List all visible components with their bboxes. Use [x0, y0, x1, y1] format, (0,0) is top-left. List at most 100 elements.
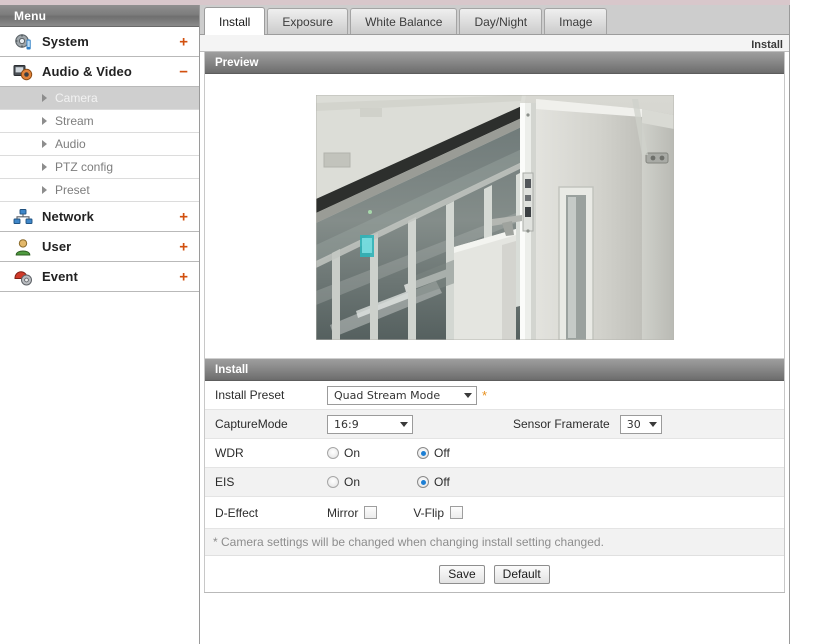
install-note-text: * Camera settings will be changed when c…: [213, 535, 604, 549]
eis-radio-off[interactable]: Off: [417, 475, 450, 489]
sidebar-item-preset[interactable]: Preset: [0, 179, 199, 202]
vflip-checkbox[interactable]: [450, 506, 464, 519]
tab-day-night[interactable]: Day/Night: [459, 8, 543, 34]
sidebar-menu-list: System + Audio & Video − Camera Stream A…: [0, 27, 199, 292]
camera-preview-image[interactable]: [315, 95, 674, 340]
chevron-right-icon: [42, 117, 47, 125]
sidebar-expand-toggle[interactable]: +: [179, 209, 188, 224]
sidebar-item-ptz-config[interactable]: PTZ config: [0, 156, 199, 179]
wdr-radio-on[interactable]: On: [327, 446, 360, 460]
required-asterisk: *: [482, 387, 488, 403]
radio-button-selected[interactable]: [417, 476, 430, 488]
sidebar-navigation: Menu System + Audio & Video − Camera Str…: [0, 5, 200, 644]
sidebar-subitem-label: Preset: [55, 183, 90, 197]
chevron-right-icon: [42, 186, 47, 194]
preview-panel: Preview: [204, 52, 785, 359]
capture-mode-label: CaptureMode: [215, 417, 288, 431]
system-gear-icon: [12, 32, 34, 52]
sidebar-item-camera[interactable]: Camera: [0, 87, 199, 110]
sensor-framerate-label: Sensor Framerate: [513, 417, 610, 431]
sidebar-item-system[interactable]: System +: [0, 27, 199, 57]
vflip-checkbox-group[interactable]: V-Flip: [413, 505, 464, 520]
application-window: Menu System + Audio & Video − Camera Str…: [0, 0, 814, 644]
d-effect-label: D-Effect: [215, 505, 259, 520]
mirror-label: Mirror: [327, 505, 359, 520]
audio-video-camera-icon: [12, 62, 34, 82]
radio-button-selected[interactable]: [417, 447, 430, 459]
sensor-framerate-value: 30: [626, 417, 641, 431]
chevron-right-icon: [42, 94, 47, 102]
row-wdr: WDR On Off: [205, 439, 784, 468]
mirror-checkbox[interactable]: [364, 506, 378, 519]
sensor-framerate-select[interactable]: 30: [619, 414, 662, 434]
breadcrumb-bar: Install: [200, 35, 789, 52]
chevron-right-icon: [42, 163, 47, 171]
sidebar-item-label: Network: [42, 209, 94, 224]
sidebar-item-label: System: [42, 34, 89, 49]
row-capture-mode: CaptureMode 16:9 Sensor Framerate 30: [205, 410, 784, 439]
install-note: * Camera settings will be changed when c…: [205, 529, 784, 556]
radio-button[interactable]: [327, 447, 339, 459]
wdr-radio-off[interactable]: Off: [417, 446, 450, 460]
install-panel: Install Install Preset Quad Stream Mode …: [204, 359, 785, 592]
sidebar-item-audio[interactable]: Audio: [0, 133, 199, 156]
wdr-on-label: On: [344, 446, 361, 460]
sidebar-expand-toggle[interactable]: +: [179, 269, 188, 284]
sidebar-header: Menu: [0, 5, 199, 27]
mirror-checkbox-group[interactable]: Mirror: [327, 505, 378, 520]
sidebar-item-stream[interactable]: Stream: [0, 110, 199, 133]
chevron-down-icon: [464, 392, 472, 398]
install-form: Install Preset Quad Stream Mode * Captur…: [205, 381, 784, 592]
user-person-icon: [12, 237, 34, 257]
sidebar-item-audio-video[interactable]: Audio & Video −: [0, 57, 199, 87]
chevron-down-icon: [648, 421, 657, 427]
tab-install[interactable]: Install: [204, 7, 266, 35]
sidebar-item-label: Audio & Video: [42, 64, 132, 79]
wdr-label: WDR: [215, 446, 244, 460]
tab-white-balance[interactable]: White Balance: [350, 8, 458, 34]
sidebar-subitem-label: Audio: [55, 137, 86, 151]
tab-bar: Install Exposure White Balance Day/Night…: [200, 5, 789, 35]
sidebar-empty-space: [0, 292, 199, 642]
panel-bottom-rule: [204, 592, 785, 593]
capture-mode-select[interactable]: 16:9: [327, 414, 413, 434]
sidebar-subitem-label: Stream: [55, 114, 94, 128]
content-panel: Install Exposure White Balance Day/Night…: [200, 5, 790, 644]
sidebar-item-user[interactable]: User +: [0, 232, 199, 262]
sidebar-subitem-label: Camera: [55, 91, 98, 105]
sidebar-item-event[interactable]: Event +: [0, 262, 199, 292]
tab-exposure[interactable]: Exposure: [267, 8, 349, 34]
row-d-effect: D-Effect Mirror V-Flip: [205, 497, 784, 529]
sidebar-item-network[interactable]: Network +: [0, 202, 199, 232]
right-margin: [790, 0, 814, 644]
default-button[interactable]: Default: [493, 564, 550, 584]
chevron-down-icon: [400, 421, 408, 427]
breadcrumb: Install: [751, 39, 783, 51]
row-eis: EIS On Off: [205, 468, 784, 497]
sidebar-collapse-toggle[interactable]: −: [179, 64, 188, 79]
sidebar-item-label: User: [42, 239, 72, 254]
preview-area: [205, 74, 784, 359]
install-preset-select[interactable]: Quad Stream Mode: [327, 385, 477, 405]
eis-on-label: On: [344, 475, 361, 489]
tab-image[interactable]: Image: [544, 8, 608, 34]
install-section-title: Install: [205, 359, 784, 381]
network-nodes-icon: [12, 207, 34, 227]
sidebar-expand-toggle[interactable]: +: [179, 34, 188, 49]
sidebar-expand-toggle[interactable]: +: [179, 239, 188, 254]
eis-radio-on[interactable]: On: [327, 475, 360, 489]
eis-off-label: Off: [434, 475, 450, 489]
radio-button[interactable]: [327, 476, 339, 488]
row-install-preset: Install Preset Quad Stream Mode *: [205, 381, 784, 410]
chevron-right-icon: [42, 140, 47, 148]
event-alarm-icon: [12, 267, 34, 287]
vflip-label: V-Flip: [413, 505, 445, 520]
preview-section-title: Preview: [205, 52, 784, 74]
install-preset-label: Install Preset: [215, 388, 285, 402]
wdr-off-label: Off: [434, 446, 450, 460]
sidebar-item-label: Event: [42, 269, 78, 284]
save-button[interactable]: Save: [439, 564, 485, 584]
install-button-row: Save Default: [205, 556, 784, 592]
eis-label: EIS: [215, 475, 235, 489]
sidebar-subitem-label: PTZ config: [55, 160, 114, 174]
